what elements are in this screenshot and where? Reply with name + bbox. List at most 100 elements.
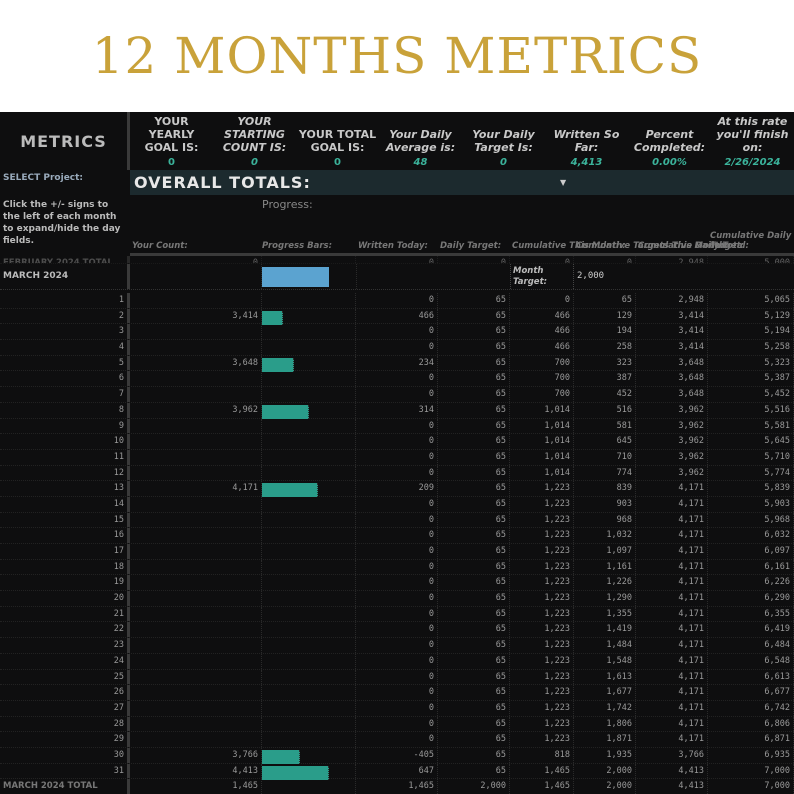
row-label: 27 — [0, 700, 130, 716]
cell: 5,258 — [708, 340, 794, 355]
cell: 1,223 — [510, 716, 574, 732]
cell: 4,171 — [636, 732, 708, 747]
cell — [130, 371, 262, 387]
progress-bar-cell — [262, 434, 356, 449]
cell: 1,465 — [130, 779, 262, 794]
cell: 4,171 — [636, 528, 708, 543]
column-header: Progress Bars: — [262, 241, 332, 251]
cell: 452 — [574, 387, 636, 402]
cell: 65 — [438, 732, 510, 747]
day-row: 28 0 65 1,223 1,806 4,171 6,806 — [0, 716, 794, 733]
cell: 645 — [574, 434, 636, 449]
cell: 0 — [356, 434, 438, 449]
cell: 647 — [356, 763, 438, 779]
cell — [130, 544, 262, 559]
spreadsheet: METRICS YOUR YEARLY GOAL IS: 0 YOUR STARTI… — [0, 112, 794, 794]
cell: 0 — [356, 700, 438, 716]
row-label: 31 — [0, 763, 130, 779]
progress-bar-cell — [262, 465, 356, 481]
day-row: 3 0 65 466 194 3,414 5,194 — [0, 324, 794, 341]
metric-label: YOUR YEARLY GOAL IS: — [144, 115, 199, 154]
day-row: 26 0 65 1,223 1,677 4,171 6,677 — [0, 685, 794, 701]
cell: 3,962 — [130, 402, 262, 418]
cell: 4,413 — [130, 763, 262, 779]
cell: 1,223 — [510, 496, 574, 512]
cell: 6,355 — [708, 606, 794, 622]
progress-bar-cell — [262, 544, 356, 559]
cell: 0 — [356, 732, 438, 747]
chevron-down-icon[interactable]: ▼ — [560, 178, 566, 187]
progress-bar-cell — [262, 763, 356, 780]
cell: 774 — [574, 465, 636, 481]
cell — [130, 732, 262, 747]
cell: 0 — [356, 496, 438, 512]
cell: 0 — [356, 449, 438, 465]
summary-metric: Written So Far: 4,413 — [545, 112, 628, 170]
row-label: 16 — [0, 528, 130, 543]
cell: 0 — [356, 716, 438, 732]
cell: 5,129 — [708, 308, 794, 324]
cell: 1,223 — [510, 638, 574, 653]
metrics-title: METRICS — [0, 112, 130, 170]
cell: 194 — [574, 324, 636, 340]
cell: 4,171 — [636, 559, 708, 575]
row-label: 23 — [0, 638, 130, 653]
cell: 466 — [510, 308, 574, 324]
cell: 0 — [356, 638, 438, 653]
progress-bar-cell — [262, 732, 356, 747]
cell: 1,465 — [356, 779, 438, 794]
progress-bar-cell — [262, 449, 356, 465]
row-label: 13 — [0, 481, 130, 496]
cell: 3,414 — [636, 324, 708, 340]
cell — [130, 324, 262, 340]
cell: 65 — [438, 606, 510, 622]
cell: 65 — [438, 685, 510, 700]
day-row: 11 0 65 1,014 710 3,962 5,710 — [0, 449, 794, 466]
day-row: 31 4,413 647 65 1,465 2,000 4,413 7,000 — [0, 763, 794, 780]
metric-label: At this rate you'll finish on: — [716, 115, 789, 154]
month-label[interactable]: MARCH 2024 — [0, 264, 130, 289]
summary-metric: At this rate you'll finish on: 2/26/2024 — [711, 112, 794, 170]
month-row[interactable]: MARCH 2024 Month Target: 2,000 — [0, 264, 794, 290]
day-row: 20 0 65 1,223 1,290 4,171 6,290 — [0, 591, 794, 607]
row-label: 22 — [0, 622, 130, 638]
cell: 0 — [356, 418, 438, 434]
cell: 0 — [356, 544, 438, 559]
cell: 5,839 — [708, 481, 794, 496]
cell: 1,161 — [574, 559, 636, 575]
cell: 65 — [438, 528, 510, 543]
cell: 4,171 — [636, 669, 708, 685]
project-dropdown[interactable]: OVERALL TOTALS: ▼ — [130, 170, 794, 195]
cell: 6,032 — [708, 528, 794, 543]
cell: 5,065 — [708, 293, 794, 308]
cell: 2,000 — [574, 779, 636, 794]
row-label: 11 — [0, 449, 130, 465]
cell: 466 — [510, 340, 574, 355]
progress-bar-cell — [262, 559, 356, 575]
column-header: Cumulative Daily Target: — [710, 231, 792, 251]
row-label: 4 — [0, 340, 130, 355]
progress-bar-cell — [262, 418, 356, 434]
cell: 65 — [438, 653, 510, 669]
cell — [130, 264, 262, 289]
cell: 1,014 — [510, 465, 574, 481]
cell: 65 — [438, 622, 510, 638]
summary-metric: Your Daily Target Is: 0 — [462, 112, 545, 170]
day-row: 10 0 65 1,014 645 3,962 5,645 — [0, 434, 794, 450]
cell: 5,387 — [708, 371, 794, 387]
cell: 0 — [356, 340, 438, 355]
cell — [130, 575, 262, 591]
progress-bar — [262, 357, 295, 372]
cell: 2,948 — [636, 293, 708, 308]
row-label: 6 — [0, 371, 130, 387]
cell: 6,742 — [708, 700, 794, 716]
cell: 700 — [510, 355, 574, 371]
cell: 3,648 — [130, 355, 262, 371]
cell: 3,766 — [636, 747, 708, 763]
progress-bar-cell — [262, 779, 356, 794]
cell: 65 — [438, 418, 510, 434]
cell: 6,290 — [708, 591, 794, 606]
cell: 0 — [130, 256, 262, 263]
cell: 3,648 — [636, 355, 708, 371]
cell: 0 — [356, 575, 438, 591]
